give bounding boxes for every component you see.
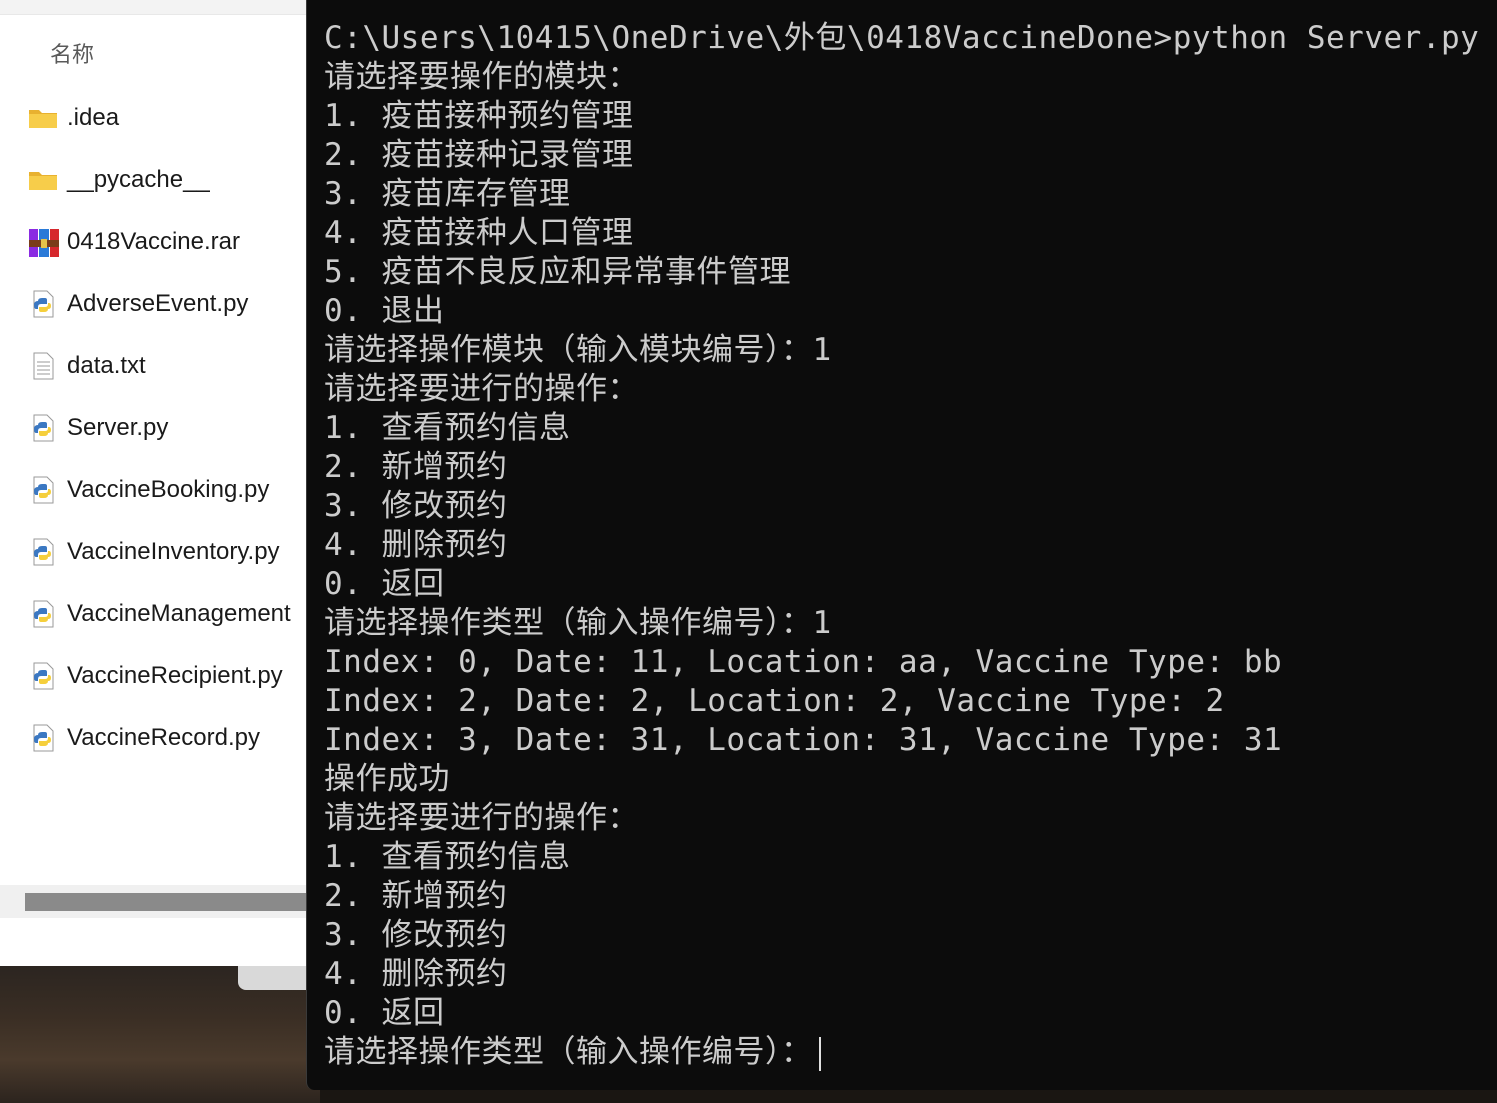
terminal-line: 1. 查看预约信息 bbox=[324, 839, 571, 875]
text-file-icon bbox=[28, 351, 58, 381]
terminal-line: 3. 疫苗库存管理 bbox=[324, 176, 571, 212]
terminal-line: 请选择操作模块（输入模块编号）：1 bbox=[324, 332, 832, 368]
folder-icon bbox=[28, 103, 58, 133]
terminal-line: 4. 删除预约 bbox=[324, 527, 508, 563]
terminal-line: Index: 0, Date: 11, Location: aa, Vaccin… bbox=[324, 644, 1283, 680]
terminal-line: 请选择要进行的操作： bbox=[324, 800, 639, 836]
python-file-icon bbox=[28, 413, 58, 443]
file-name: .idea bbox=[67, 104, 120, 131]
file-item-vaccinerecord[interactable]: VaccineRecord.py bbox=[0, 716, 320, 760]
file-name: 0418Vaccine.rar bbox=[67, 228, 240, 255]
python-file-icon bbox=[28, 537, 58, 567]
text-cursor bbox=[818, 1036, 821, 1071]
terminal-output: C:\Users\10415\OneDrive\外包\0418VaccineDo… bbox=[324, 19, 1497, 1072]
explorer-top-edge bbox=[0, 0, 320, 15]
file-item-idea[interactable]: .idea bbox=[0, 96, 320, 140]
file-name: AdverseEvent.py bbox=[67, 290, 249, 317]
file-name: VaccineInventory.py bbox=[67, 538, 280, 565]
file-item-adverseevent[interactable]: AdverseEvent.py bbox=[0, 282, 320, 326]
terminal-line: 操作成功 bbox=[324, 761, 450, 797]
terminal-window[interactable]: C:\Users\10415\OneDrive\外包\0418VaccineDo… bbox=[306, 0, 1497, 1090]
file-name: Server.py bbox=[67, 414, 169, 441]
python-file-icon bbox=[28, 475, 58, 505]
file-item-data-txt[interactable]: data.txt bbox=[0, 344, 320, 388]
python-file-icon bbox=[28, 661, 58, 691]
file-item-vaccineinventory[interactable]: VaccineInventory.py bbox=[0, 530, 320, 574]
file-name: VaccineRecord.py bbox=[67, 724, 260, 751]
terminal-line: Index: 2, Date: 2, Location: 2, Vaccine … bbox=[324, 683, 1225, 719]
file-item-pycache[interactable]: __pycache__ bbox=[0, 158, 320, 202]
file-item-vaccinebooking[interactable]: VaccineBooking.py bbox=[0, 468, 320, 512]
terminal-prompt: 请选择操作类型（输入操作编号）： bbox=[324, 1034, 813, 1070]
python-file-icon bbox=[28, 289, 58, 319]
python-file-icon bbox=[28, 599, 58, 629]
terminal-line: 2. 新增预约 bbox=[324, 878, 508, 914]
terminal-prompt-line[interactable]: 请选择操作类型（输入操作编号）： bbox=[324, 1033, 1497, 1072]
terminal-line: 3. 修改预约 bbox=[324, 917, 508, 953]
terminal-line: 请选择要进行的操作： bbox=[324, 371, 639, 407]
terminal-line: 0. 返回 bbox=[324, 995, 445, 1031]
terminal-line: 1. 疫苗接种预约管理 bbox=[324, 98, 634, 134]
folder-icon bbox=[28, 165, 58, 195]
terminal-line: 4. 删除预约 bbox=[324, 956, 508, 992]
terminal-line: 1. 查看预约信息 bbox=[324, 410, 571, 446]
terminal-line: 2. 疫苗接种记录管理 bbox=[324, 137, 634, 173]
terminal-line: C:\Users\10415\OneDrive\外包\0418VaccineDo… bbox=[324, 20, 1480, 56]
terminal-line: 0. 返回 bbox=[324, 566, 445, 602]
file-explorer-pane: 名称 .idea __pycache__ 0418Vaccine.rar Adv… bbox=[0, 0, 320, 966]
file-name: VaccineRecipient.py bbox=[67, 662, 283, 689]
name-column-header[interactable]: 名称 bbox=[50, 37, 94, 69]
terminal-line: 请选择操作类型（输入操作编号）：1 bbox=[324, 605, 832, 641]
file-name: VaccineBooking.py bbox=[67, 476, 270, 503]
horizontal-scrollbar-thumb[interactable] bbox=[25, 893, 320, 911]
file-name: __pycache__ bbox=[67, 166, 210, 193]
file-item-rar[interactable]: 0418Vaccine.rar bbox=[0, 220, 320, 264]
rar-archive-icon bbox=[28, 227, 59, 257]
terminal-line: 3. 修改预约 bbox=[324, 488, 508, 524]
terminal-line: 4. 疫苗接种人口管理 bbox=[324, 215, 634, 251]
python-file-icon bbox=[28, 723, 58, 753]
terminal-line: 请选择要操作的模块： bbox=[324, 59, 639, 95]
file-item-vaccinerecipient[interactable]: VaccineRecipient.py bbox=[0, 654, 320, 698]
file-name: VaccineManagement bbox=[67, 600, 291, 627]
terminal-line: 2. 新增预约 bbox=[324, 449, 508, 485]
file-item-server[interactable]: Server.py bbox=[0, 406, 320, 450]
terminal-line: Index: 3, Date: 31, Location: 31, Vaccin… bbox=[324, 722, 1283, 758]
file-item-vaccinemanagement[interactable]: VaccineManagement bbox=[0, 592, 320, 636]
terminal-line: 5. 疫苗不良反应和异常事件管理 bbox=[324, 254, 791, 290]
terminal-line: 0. 退出 bbox=[324, 293, 445, 329]
file-name: data.txt bbox=[67, 352, 146, 379]
